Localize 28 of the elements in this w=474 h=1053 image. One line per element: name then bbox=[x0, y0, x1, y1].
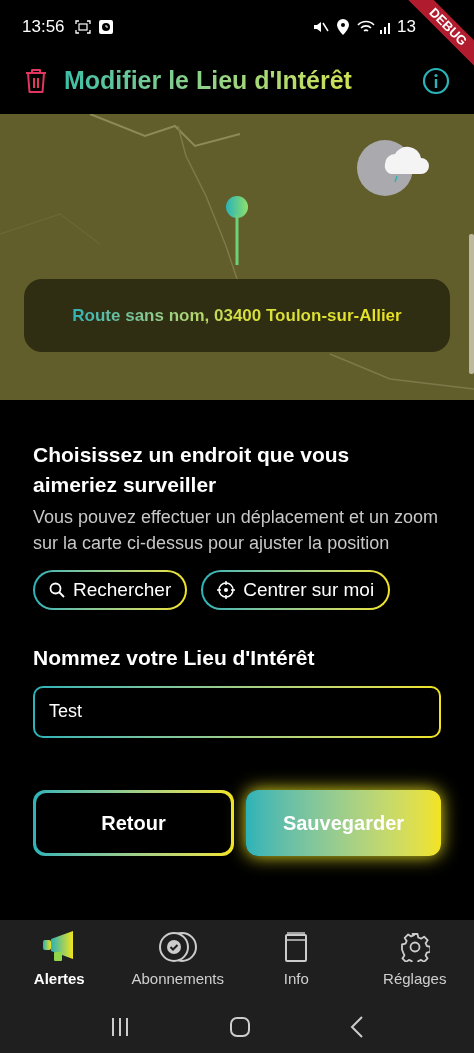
pin-icon bbox=[225, 195, 249, 265]
back-icon bbox=[350, 1015, 365, 1038]
mute-icon bbox=[313, 20, 330, 34]
status-time: 13:56 bbox=[22, 16, 65, 39]
field-label: Nommez votre Lieu d'Intérêt bbox=[33, 645, 316, 671]
section-description: Vous pouvez effectuer un déplacement et un zoom sur la carte ci-dessus pour ajuster la position bbox=[33, 506, 439, 555]
location-icon bbox=[337, 19, 350, 35]
book-icon bbox=[284, 929, 309, 964]
screenshot-icon bbox=[74, 20, 91, 34]
recents-icon bbox=[109, 1016, 130, 1037]
nav-tab[interactable]: Abonnements bbox=[118, 920, 237, 1000]
section-heading: Choisissez un endroit que vous aimeriez surveiller bbox=[33, 442, 351, 498]
back-button[interactable]: Retour bbox=[33, 789, 234, 856]
name-field[interactable]: Test bbox=[33, 685, 441, 738]
home-icon bbox=[229, 1015, 251, 1038]
clock-icon bbox=[98, 20, 113, 34]
trash-icon bbox=[24, 68, 48, 94]
wifi-icon bbox=[357, 20, 376, 34]
crosshair-icon bbox=[217, 581, 236, 599]
center-button[interactable]: Centrer sur moi bbox=[201, 570, 391, 610]
info-button[interactable] bbox=[422, 67, 450, 95]
battery-level: 13 bbox=[397, 16, 416, 39]
search-icon bbox=[49, 582, 65, 598]
check-circle-icon bbox=[157, 929, 198, 964]
nav-tab[interactable]: Alertes bbox=[0, 920, 119, 1000]
search-button[interactable]: Rechercher bbox=[33, 570, 188, 610]
nav-tab[interactable]: Réglages bbox=[355, 920, 474, 1000]
nav-tab[interactable]: Info bbox=[237, 920, 356, 1000]
